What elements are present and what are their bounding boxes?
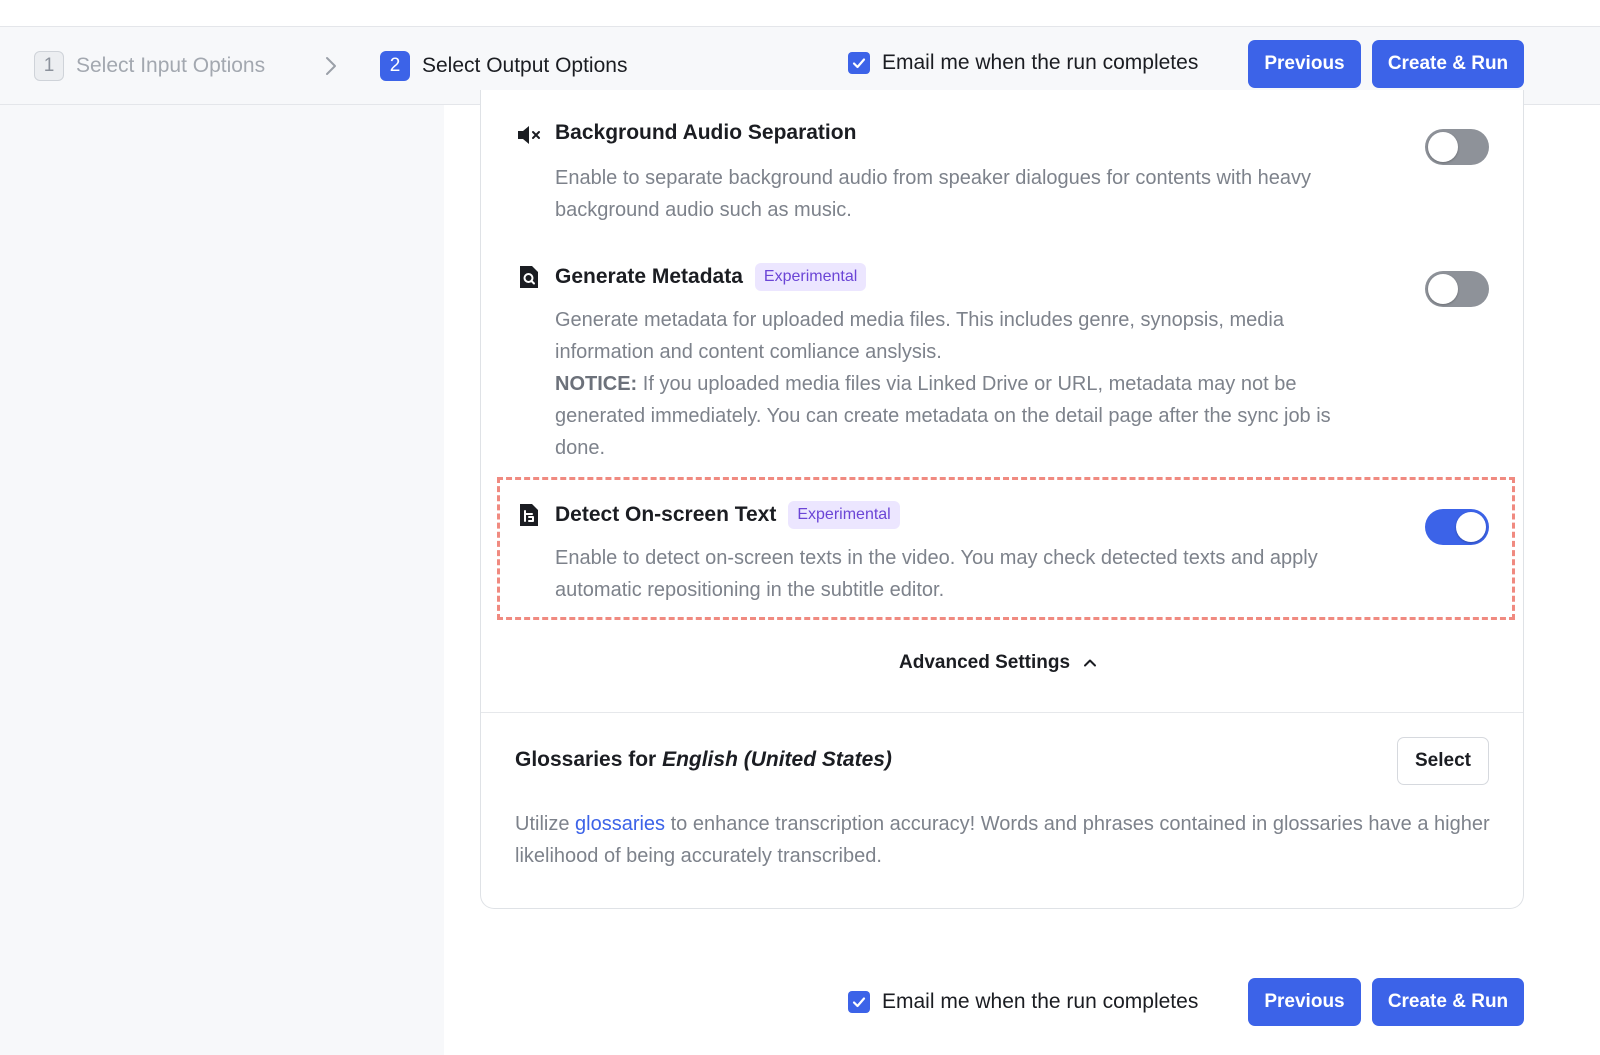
option-title: Detect On-screen Text — [555, 503, 777, 526]
generate-metadata-toggle[interactable] — [1425, 271, 1489, 307]
step-number: 2 — [380, 51, 410, 81]
notice-text: If you uploaded media files via Linked D… — [555, 373, 1331, 459]
glossary-language: English (United States) — [662, 748, 892, 771]
email-notify-label: Email me when the run completes — [882, 990, 1199, 1013]
divider — [481, 712, 1523, 713]
text-detect-icon — [515, 501, 543, 529]
option-title: Background Audio Separation — [555, 121, 857, 144]
option-background-audio: Background Audio Separation Enable to se… — [515, 121, 1515, 231]
detect-onscreen-text-toggle[interactable] — [1425, 509, 1489, 545]
glossaries-link[interactable]: glossaries — [575, 813, 665, 835]
glossary-description: Utilize glossaries to enhance transcript… — [515, 813, 1490, 867]
background-audio-toggle[interactable] — [1425, 129, 1489, 165]
create-run-button[interactable]: Create & Run — [1372, 40, 1524, 88]
create-run-button-bottom[interactable]: Create & Run — [1372, 978, 1524, 1026]
checkmark-icon — [852, 58, 866, 69]
step-number: 1 — [34, 51, 64, 81]
step-label: Select Input Options — [76, 54, 266, 77]
option-description: Enable to separate background audio from… — [555, 167, 1312, 221]
step-select-input[interactable]: 1 Select Input Options — [34, 51, 265, 81]
toggle-knob — [1428, 274, 1458, 304]
top-strip — [0, 0, 1600, 27]
previous-button-bottom[interactable]: Previous — [1248, 978, 1361, 1026]
toggle-knob — [1428, 132, 1458, 162]
glossary-title: Glossaries for English (United States) — [515, 748, 892, 771]
step-select-output[interactable]: 2 Select Output Options — [380, 51, 627, 81]
option-title: Generate Metadata — [555, 265, 743, 288]
document-search-icon — [515, 263, 543, 291]
option-detect-onscreen-text: Detect On-screen Text Experimental Enabl… — [515, 501, 1515, 611]
option-description: Generate metadata for uploaded media fil… — [555, 304, 1385, 464]
email-notify-checkbox[interactable] — [848, 52, 870, 74]
notice-label: NOTICE: — [555, 373, 638, 395]
step-label: Select Output Options — [422, 54, 628, 77]
email-notify-top[interactable]: Email me when the run completes — [848, 51, 1198, 75]
experimental-badge: Experimental — [788, 501, 900, 529]
chevron-up-icon — [1084, 659, 1097, 667]
experimental-badge: Experimental — [754, 263, 867, 291]
option-generate-metadata: Generate Metadata Experimental Generate … — [515, 263, 1515, 463]
metadata-description: Generate metadata for uploaded media fil… — [555, 309, 1284, 363]
glossary-select-button[interactable]: Select — [1397, 737, 1489, 785]
checkmark-icon — [852, 997, 866, 1008]
chevron-right-icon — [326, 57, 336, 75]
advanced-settings-toggle[interactable]: Advanced Settings — [899, 652, 1098, 674]
email-notify-bottom[interactable]: Email me when the run completes — [848, 990, 1198, 1014]
mute-speaker-icon — [515, 121, 543, 149]
toggle-knob — [1456, 512, 1486, 542]
email-notify-checkbox[interactable] — [848, 991, 870, 1013]
advanced-settings-label: Advanced Settings — [899, 652, 1071, 673]
previous-button[interactable]: Previous — [1248, 40, 1361, 88]
option-description: Enable to detect on-screen texts in the … — [555, 547, 1318, 601]
email-notify-label: Email me when the run completes — [882, 51, 1199, 74]
